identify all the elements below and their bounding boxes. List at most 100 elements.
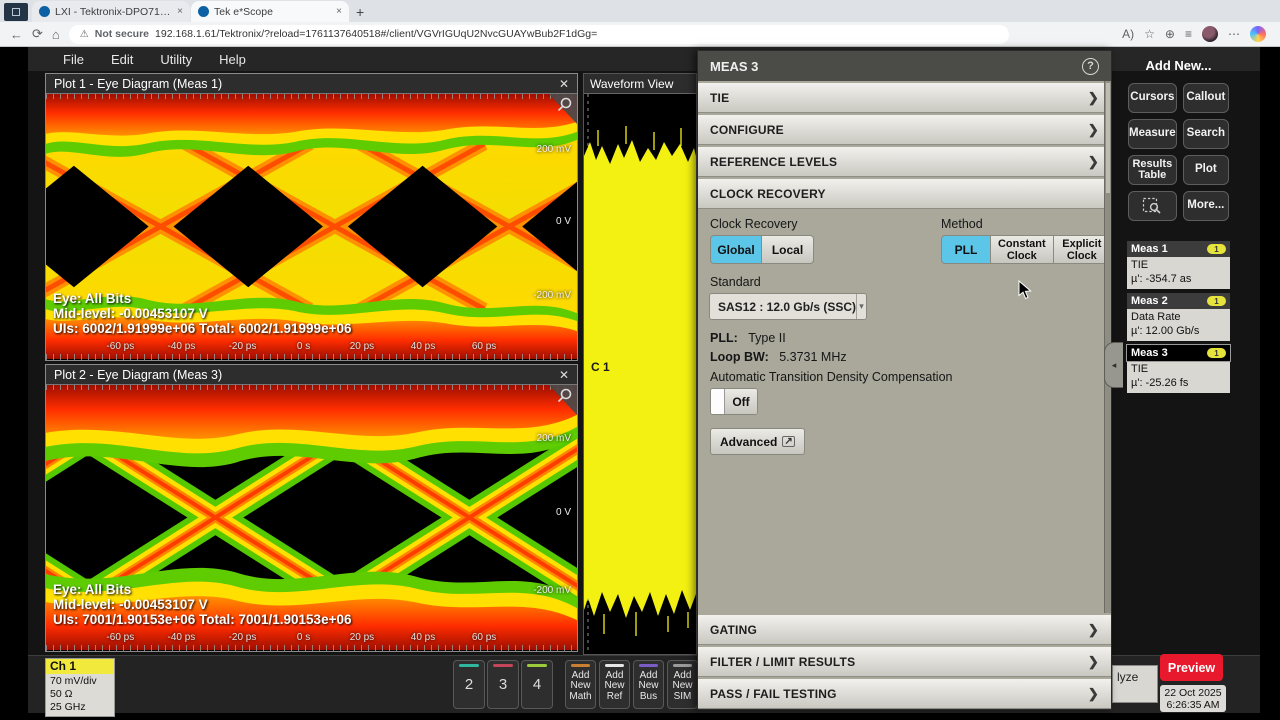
plot2-eye-diagram[interactable]: 200 mV 0 V -200 mV -60 ps -40 ps -20 ps … xyxy=(46,385,577,651)
section-reference-levels[interactable]: REFERENCE LEVELS ❯ xyxy=(698,147,1111,177)
tab-favicon xyxy=(39,6,50,17)
close-tab-icon[interactable]: × xyxy=(177,6,183,17)
plot1-titlebar[interactable]: Plot 1 - Eye Diagram (Meas 1) ✕ xyxy=(46,74,577,94)
menu-help[interactable]: Help xyxy=(219,52,246,67)
add-new-ref-button[interactable]: Add New Ref xyxy=(599,660,630,709)
v-label: 0 V xyxy=(556,216,571,227)
screen: LXI - Tektronix-DPO714AX × Tek e*Scope ×… xyxy=(0,0,1280,720)
scrollbar-thumb[interactable] xyxy=(1106,83,1110,193)
plot2-time-labels: -60 ps -40 ps -20 ps 0 s 20 ps 40 ps 60 … xyxy=(46,632,577,644)
waveform-view[interactable]: Waveform View C 1 xyxy=(583,73,697,655)
local-button[interactable]: Local xyxy=(762,235,814,264)
section-configure-label: CONFIGURE xyxy=(710,123,784,137)
atdc-toggle[interactable]: Off xyxy=(710,388,758,415)
browser-tab-escope[interactable]: Tek e*Scope × xyxy=(191,1,349,22)
favorite-icon[interactable]: ☆ xyxy=(1144,27,1155,41)
x-tick: 20 ps xyxy=(350,632,374,643)
measure-button[interactable]: Measure xyxy=(1128,119,1177,149)
plot1-eye-diagram[interactable]: 200 mV 0 V -200 mV -60 ps -40 ps -20 ps … xyxy=(46,94,577,360)
callout-button[interactable]: Callout xyxy=(1183,83,1229,113)
meas3-panel-header[interactable]: MEAS 3 ? xyxy=(698,51,1111,81)
channel3-button[interactable]: 3 xyxy=(487,660,519,709)
plot2-titlebar[interactable]: Plot 2 - Eye Diagram (Meas 3) ✕ xyxy=(46,365,577,385)
menu-utility[interactable]: Utility xyxy=(160,52,192,67)
zoom-select-button[interactable] xyxy=(1128,191,1177,221)
back-icon[interactable]: ← xyxy=(10,27,23,42)
clock-recovery-scope-toggle: Global Local xyxy=(710,235,814,264)
channel2-button[interactable]: 2 xyxy=(453,660,485,709)
pll-type-value: Type II xyxy=(748,331,786,345)
section-tie[interactable]: TIE ❯ xyxy=(698,83,1111,113)
new-tab-button[interactable]: + xyxy=(350,4,372,22)
section-filter-limit[interactable]: FILTER / LIMIT RESULTS ❯ xyxy=(698,647,1111,677)
more-menu-icon[interactable]: ⋯ xyxy=(1228,27,1240,41)
eye-midlevel: Mid-level: -0.00453107 V xyxy=(53,597,351,612)
menu-file[interactable]: File xyxy=(63,52,84,67)
home-icon[interactable]: ⌂ xyxy=(52,27,60,42)
cursors-button[interactable]: Cursors xyxy=(1128,83,1177,113)
add-new-math-button[interactable]: Add New Math xyxy=(565,660,596,709)
constant-clock-button[interactable]: Constant Clock xyxy=(991,235,1054,264)
close-icon[interactable]: ✕ xyxy=(559,368,569,382)
menu-edit[interactable]: Edit xyxy=(111,52,133,67)
close-tab-icon[interactable]: × xyxy=(336,6,342,17)
panel-collapse-handle[interactable]: ◂ xyxy=(1104,342,1123,388)
atdc-label: Automatic Transition Density Compensatio… xyxy=(710,370,952,384)
help-icon[interactable]: ? xyxy=(1082,58,1099,75)
add-new-grid: Cursors Callout Measure Search Results T… xyxy=(1125,83,1232,221)
section-passfail-label: PASS / FAIL TESTING xyxy=(710,687,837,701)
waveform-area[interactable]: C 1 xyxy=(584,94,696,654)
pll-type-label: PLL: xyxy=(710,331,738,345)
profile-avatar[interactable] xyxy=(1202,26,1218,42)
plot1-top-ruler xyxy=(46,94,577,99)
channel4-button[interactable]: 4 xyxy=(521,660,553,709)
add-new-sim-button[interactable]: Add New SIM xyxy=(667,660,698,709)
window-icon[interactable] xyxy=(4,3,28,21)
preview-button[interactable]: Preview xyxy=(1160,654,1223,681)
global-button[interactable]: Global xyxy=(710,235,762,264)
tab-strip: LXI - Tektronix-DPO714AX × Tek e*Scope ×… xyxy=(0,0,1280,22)
explicit-clock-button[interactable]: Explicit Clock xyxy=(1054,235,1111,264)
x-tick: -40 ps xyxy=(167,632,195,643)
section-clock-recovery[interactable]: CLOCK RECOVERY xyxy=(698,179,1111,209)
meas2-badge[interactable]: Meas 2 1 Data Rate µ': 12.00 Gb/s xyxy=(1127,293,1230,341)
favorites-bar-icon[interactable]: ≡ xyxy=(1185,27,1192,41)
time-text: 6:26:35 AM xyxy=(1166,699,1219,711)
analyze-button-fragment[interactable]: lyze xyxy=(1112,665,1158,703)
tab-title: Tek e*Scope xyxy=(214,6,331,18)
address-bar: ← ⟳ ⌂ ⚠ Not secure 192.168.1.61/Tektroni… xyxy=(0,22,1280,47)
meas3-config-panel: MEAS 3 ? TIE ❯ CONFIGURE ❯ REFERENCE LEV… xyxy=(697,50,1112,710)
url-field[interactable]: ⚠ Not secure 192.168.1.61/Tektronix/?rel… xyxy=(69,25,1009,44)
collections-icon[interactable]: ⊕ xyxy=(1165,27,1175,41)
more-button[interactable]: More... xyxy=(1183,191,1229,221)
datetime-display: 22 Oct 2025 6:26:35 AM xyxy=(1160,685,1226,712)
browser-chrome: LXI - Tektronix-DPO714AX × Tek e*Scope ×… xyxy=(0,0,1280,47)
refresh-icon[interactable]: ⟳ xyxy=(32,26,43,42)
method-toggle: PLL Constant Clock Explicit Clock xyxy=(941,235,1111,264)
zoom-corner-icon[interactable] xyxy=(547,385,577,415)
pll-button[interactable]: PLL xyxy=(941,235,991,264)
section-gating[interactable]: GATING ❯ xyxy=(698,615,1111,645)
results-table-button[interactable]: Results Table xyxy=(1128,155,1177,185)
zoom-corner-icon[interactable] xyxy=(547,94,577,124)
x-tick: -20 ps xyxy=(229,341,257,352)
standard-label: Standard xyxy=(710,275,761,289)
advanced-button[interactable]: Advanced ↗ xyxy=(710,428,805,455)
copilot-icon[interactable] xyxy=(1250,26,1266,42)
add-new-bus-button[interactable]: Add New Bus xyxy=(633,660,664,709)
standard-dropdown[interactable]: SAS12 : 12.0 Gb/s (SSC) ▾ xyxy=(709,293,867,320)
browser-tab-lxi[interactable]: LXI - Tektronix-DPO714AX × xyxy=(32,1,190,22)
plot-button[interactable]: Plot xyxy=(1183,155,1229,185)
chevron-right-icon: ❯ xyxy=(1088,90,1099,106)
not-secure-icon: ⚠ xyxy=(80,29,89,40)
x-tick: 60 ps xyxy=(472,341,496,352)
section-reference-label: REFERENCE LEVELS xyxy=(710,155,837,169)
search-button[interactable]: Search xyxy=(1183,119,1229,149)
meas3-badge[interactable]: Meas 3 1 TIE µ': -25.26 fs xyxy=(1127,345,1230,393)
section-pass-fail[interactable]: PASS / FAIL TESTING ❯ xyxy=(698,679,1111,709)
close-icon[interactable]: ✕ xyxy=(559,77,569,91)
section-configure[interactable]: CONFIGURE ❯ xyxy=(698,115,1111,145)
meas1-badge[interactable]: Meas 1 1 TIE µ': -354.7 as xyxy=(1127,241,1230,289)
channel1-badge[interactable]: Ch 1 70 mV/div 50 Ω 25 GHz xyxy=(45,658,115,717)
read-aloud-icon[interactable]: A) xyxy=(1122,27,1134,41)
